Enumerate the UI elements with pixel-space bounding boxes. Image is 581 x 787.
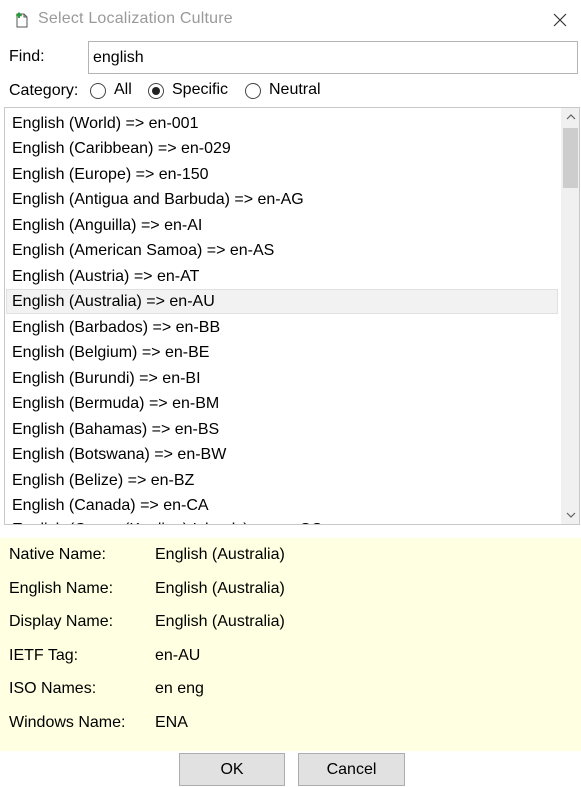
category-all-label[interactable]: All [114,81,132,99]
windows-name-label: Windows Name: [9,714,126,731]
list-item[interactable]: English (Bermuda) => en-BM [6,391,558,416]
scroll-down-button[interactable] [561,506,579,524]
ietf-tag-label: IETF Tag: [9,647,79,664]
windows-name-value: ENA [155,714,188,731]
list-item[interactable]: English (Canada) => en-CA [6,493,558,518]
iso-names-value: en eng [155,680,204,697]
category-neutral-radio[interactable] [245,83,261,99]
culture-details-panel: Native Name: English (Australia) English… [0,538,581,751]
list-item[interactable]: English (Belgium) => en-BE [6,340,558,365]
list-item[interactable]: English (Caribbean) => en-029 [6,136,558,161]
scroll-thumb[interactable] [563,128,578,188]
english-name-label: English Name: [9,580,114,597]
category-specific-label[interactable]: Specific [172,81,228,99]
category-specific-radio[interactable] [148,83,164,99]
chevron-down-icon [566,512,575,518]
display-name-label: Display Name: [9,613,114,630]
title-bar: Select Localization Culture [0,0,581,40]
iso-names-label: ISO Names: [9,680,97,697]
list-item[interactable]: English (Cocos (Keeling) Islands) => en-… [6,517,558,524]
scroll-up-button[interactable] [561,108,579,126]
list-item[interactable]: English (Europe) => en-150 [6,162,558,187]
find-label: Find: [9,48,45,65]
english-name-value: English (Australia) [155,580,285,597]
cancel-button[interactable]: Cancel [298,753,405,786]
category-label: Category: [9,82,79,99]
chevron-up-icon [566,114,575,120]
list-item[interactable]: English (American Samoa) => en-AS [6,238,558,263]
list-item[interactable]: English (Austria) => en-AT [6,264,558,289]
close-button[interactable] [543,4,577,36]
native-name-label: Native Name: [9,546,106,563]
new-document-icon [14,12,30,29]
list-item[interactable]: English (Anguilla) => en-AI [6,213,558,238]
category-neutral-label[interactable]: Neutral [269,81,321,99]
list-item[interactable]: English (Botswana) => en-BW [6,442,558,467]
list-item[interactable]: English (Barbados) => en-BB [6,315,558,340]
find-input[interactable] [88,41,578,74]
display-name-value: English (Australia) [155,613,285,630]
list-item[interactable]: English (Belize) => en-BZ [6,468,558,493]
list-item[interactable]: English (Burundi) => en-BI [6,366,558,391]
close-icon [553,13,567,27]
vertical-scrollbar[interactable] [561,108,579,524]
ietf-tag-value: en-AU [155,647,201,664]
window-title: Select Localization Culture [38,10,233,27]
culture-list[interactable]: English (World) => en-001 English (Carib… [4,107,580,525]
list-item[interactable]: English (Antigua and Barbuda) => en-AG [6,187,558,212]
ok-button[interactable]: OK [179,753,285,786]
native-name-value: English (Australia) [155,546,285,563]
list-item[interactable]: English (Bahamas) => en-BS [6,417,558,442]
list-item[interactable]: English (World) => en-001 [6,111,558,136]
list-item-selected[interactable]: English (Australia) => en-AU [6,289,558,314]
category-all-radio[interactable] [90,83,106,99]
